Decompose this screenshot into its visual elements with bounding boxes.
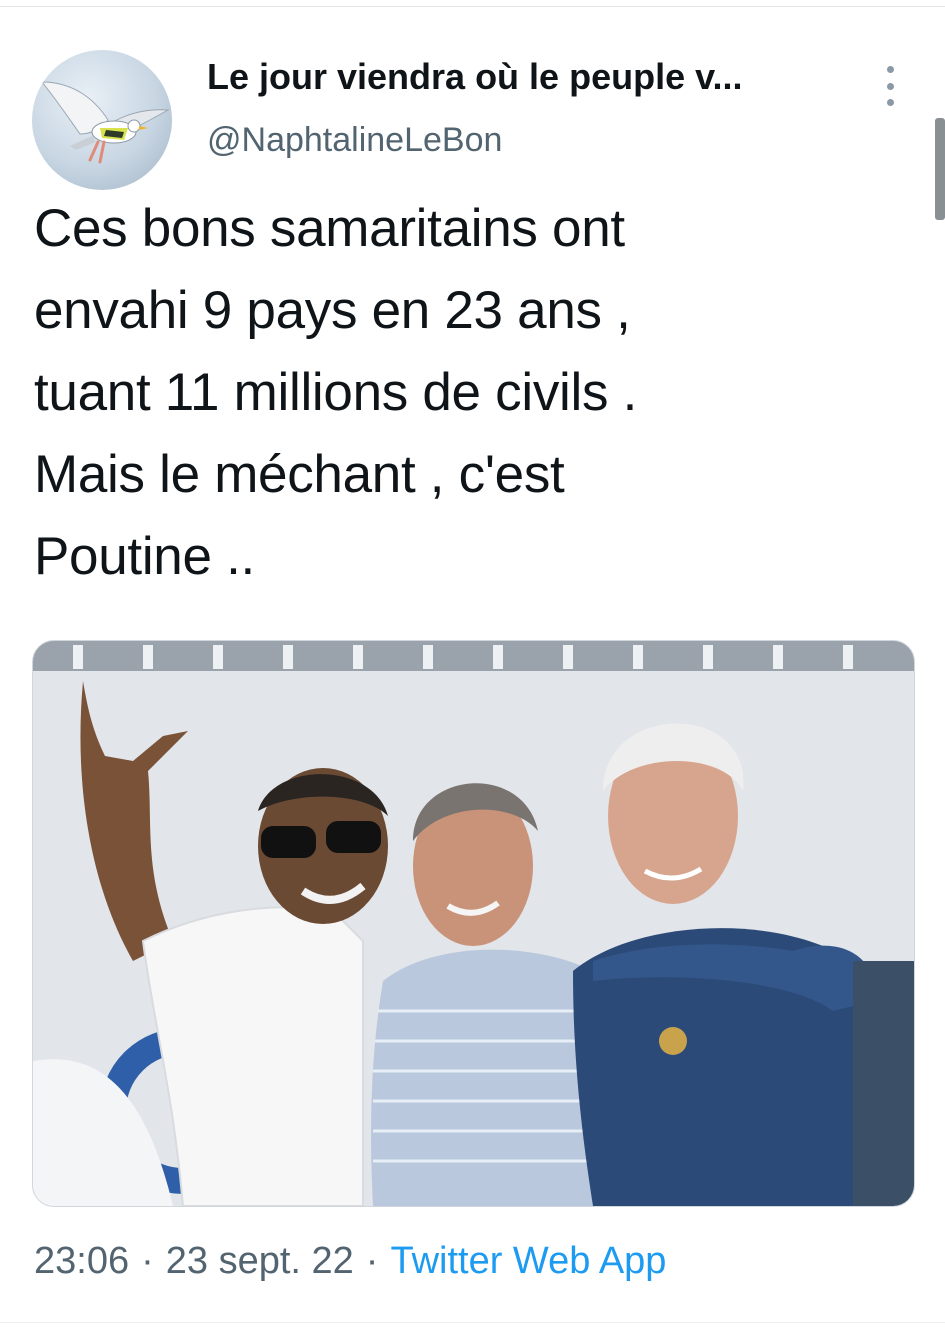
tweet-photo[interactable] (32, 640, 915, 1207)
tweet-time[interactable]: 23:06 (34, 1240, 129, 1282)
more-vertical-icon[interactable] (880, 62, 900, 110)
dot (886, 99, 894, 106)
tweet-text: Ces bons samaritains ont envahi 9 pays e… (34, 199, 638, 586)
bottom-divider (0, 1322, 945, 1323)
source-link[interactable]: Twitter Web App (390, 1240, 666, 1282)
tweet-meta: 23:06 · 23 sept. 22 · Twitter Web App (34, 1232, 666, 1290)
separator: · (141, 1240, 154, 1282)
user-handle[interactable]: @NaphtalineLeBon (207, 116, 857, 164)
scrollbar-thumb[interactable] (935, 118, 945, 220)
top-divider (0, 0, 945, 7)
dot (886, 82, 894, 90)
separator: · (365, 1240, 379, 1282)
tweet-date[interactable]: 23 sept. 22 (166, 1240, 354, 1282)
photo-illustration (33, 641, 914, 1206)
tweet-header: Le jour viendra où le peuple v... @Napht… (32, 40, 912, 190)
dot (886, 66, 894, 73)
author-names: Le jour viendra où le peuple v... @Napht… (207, 54, 857, 164)
display-name[interactable]: Le jour viendra où le peuple v... (207, 54, 857, 100)
seagull-icon (40, 81, 170, 164)
avatar[interactable] (32, 50, 172, 190)
